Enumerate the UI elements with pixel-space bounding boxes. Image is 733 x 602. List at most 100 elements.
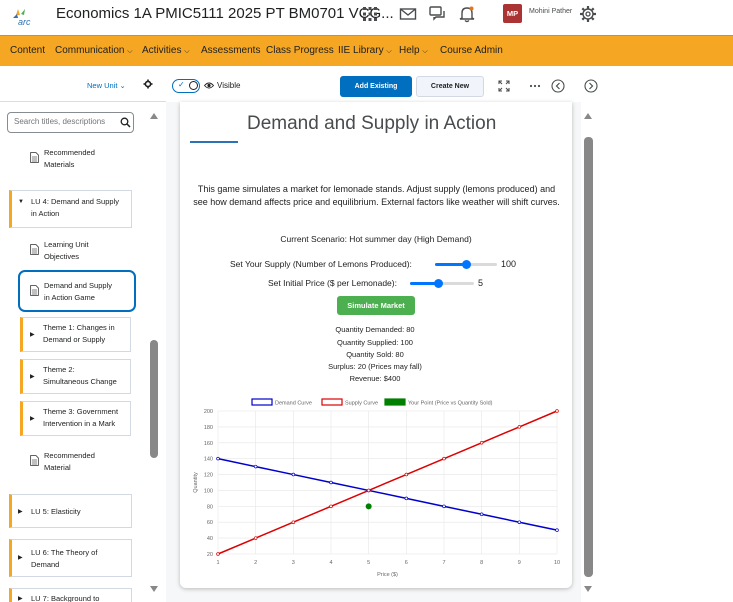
y-tick-label: 120 [204, 473, 213, 479]
supply-value: 100 [501, 259, 517, 269]
scroll-down-icon[interactable] [584, 586, 592, 592]
unit-lu7[interactable]: ▶ LU 7: Background to [9, 588, 132, 602]
visibility-toggle[interactable]: ✓ [172, 79, 200, 93]
chat-icon[interactable] [427, 4, 447, 24]
check-icon: ✓ [178, 80, 185, 89]
tree-item-recommended-materials[interactable]: Recommended Materials [44, 147, 95, 170]
data-point [555, 409, 559, 413]
caret-right-icon[interactable]: ▶ [18, 595, 23, 602]
sidebar-header: New Unit ⌄ [0, 66, 166, 102]
nav-communication-label: Communication [55, 45, 125, 56]
chevron-down-icon: ⌵ [386, 48, 392, 55]
result-quantity-demanded: Quantity Demanded: 80 [335, 325, 415, 334]
nav-assessments[interactable]: Assessments [201, 45, 260, 56]
caret-right-icon[interactable]: ▶ [30, 373, 35, 380]
new-unit-label: New Unit [87, 81, 118, 90]
user-name[interactable]: Mohini Pather [529, 8, 572, 15]
legend-swatch [384, 398, 406, 406]
x-tick-label: 4 [329, 560, 332, 566]
data-point [329, 480, 333, 485]
page-title: Demand and Supply in Action [247, 113, 497, 134]
y-tick-label: 160 [204, 441, 213, 447]
simulate-market-button[interactable]: Simulate Market [337, 296, 415, 315]
document-icon [30, 152, 39, 163]
sidebar-scrollbar-thumb[interactable] [150, 340, 158, 458]
scenario-text: Current Scenario: Hot summer day (High D… [280, 234, 472, 244]
nav-iie-library[interactable]: IIE Library ⌵ [338, 45, 392, 56]
gear-icon[interactable] [578, 4, 598, 24]
grid-apps-icon[interactable] [360, 4, 380, 24]
supply-slider[interactable] [435, 260, 497, 270]
search-field[interactable] [7, 112, 134, 133]
search-icon[interactable] [120, 117, 131, 128]
data-point [442, 456, 446, 461]
fullscreen-icon[interactable] [497, 79, 511, 93]
data-point [366, 488, 371, 493]
theme-3-label: Theme 3: Government Intervention in a Ma… [43, 407, 119, 428]
main-scrollbar-thumb[interactable] [584, 137, 593, 577]
more-options-icon[interactable] [528, 79, 542, 93]
caret-right-icon[interactable]: ▶ [18, 508, 23, 515]
nav-help[interactable]: Help ⌵ [399, 45, 428, 56]
caret-right-icon[interactable]: ▶ [30, 331, 35, 338]
unit-lu6[interactable]: ▶ LU 6: The Theory of Demand [9, 539, 132, 577]
create-new-button[interactable]: Create New [416, 76, 484, 97]
next-icon[interactable] [584, 79, 598, 93]
y-tick-label: 60 [207, 520, 213, 526]
caret-right-icon[interactable]: ▶ [18, 554, 23, 561]
x-tick-label: 6 [405, 560, 408, 566]
mail-icon[interactable] [398, 4, 418, 24]
add-existing-button[interactable]: Add Existing [340, 76, 412, 97]
tree-item-demand-supply-game[interactable]: Demand and Supply in Action Game [44, 280, 112, 303]
chevron-down-icon: ⌵ [127, 48, 133, 55]
nav-class-progress[interactable]: Class Progress [266, 45, 334, 56]
nav-activities[interactable]: Activities ⌵ [142, 45, 190, 56]
tree-item-recommended-material[interactable]: Recommended Material [44, 450, 95, 473]
caret-down-icon[interactable]: ▼ [18, 199, 24, 205]
data-point [329, 504, 333, 509]
nav-activities-label: Activities [142, 45, 182, 56]
data-point [253, 464, 258, 469]
unit-lu5[interactable]: ▶ LU 5: Elasticity [9, 494, 132, 528]
new-unit-button[interactable]: New Unit ⌄ [87, 81, 126, 90]
arc-logo[interactable]: arc [12, 6, 42, 28]
caret-right-icon[interactable]: ▶ [30, 415, 35, 422]
data-point [404, 472, 409, 477]
scroll-up-icon[interactable] [150, 113, 158, 119]
bell-icon[interactable] [457, 4, 477, 24]
theme-1[interactable]: ▶ Theme 1: Changes in Demand or Supply [20, 317, 131, 352]
gear-icon[interactable] [143, 79, 153, 89]
supply-label: Set Your Supply (Number of Lemons Produc… [230, 259, 412, 269]
course-title[interactable]: Economics 1A PMIC5111 2025 PT BM0701 VCG… [56, 5, 394, 22]
unit-lu4-label: LU 4: Demand and Supply in Action [31, 197, 119, 218]
unit-lu4[interactable]: ▼ LU 4: Demand and Supply in Action [9, 190, 132, 228]
nav-help-label: Help [399, 45, 420, 56]
nav-communication[interactable]: Communication ⌵ [55, 45, 133, 56]
x-tick-label: 5 [367, 560, 370, 566]
slider-thumb[interactable] [461, 260, 471, 269]
nav-content[interactable]: Content [10, 45, 45, 56]
scroll-down-icon[interactable] [150, 586, 158, 592]
tree-item-learning-unit-objectives[interactable]: Learning Unit Objectives [44, 239, 89, 262]
avatar[interactable]: MP [503, 4, 522, 23]
document-icon [30, 455, 39, 466]
x-tick-label: 8 [480, 560, 483, 566]
y-axis-label: Quantity [193, 472, 199, 493]
unit-lu6-label: LU 6: The Theory of Demand [31, 548, 98, 569]
content-toolbar: ✓ Visible Add Existing Create New [166, 66, 733, 102]
legend-swatch [251, 398, 273, 406]
supply-demand-chart: 20 40 60 80 100 120 140 160 180 200 1 2 3 4 5 6 7 8 9 10 Pri… [193, 398, 560, 578]
slider-thumb[interactable] [434, 279, 444, 288]
x-tick-label: 2 [254, 560, 257, 566]
scroll-up-icon[interactable] [584, 113, 592, 119]
theme-2[interactable]: ▶ Theme 2: Simultaneous Change [20, 359, 131, 394]
price-slider[interactable] [410, 279, 474, 289]
x-tick-label: 10 [554, 560, 560, 566]
search-input[interactable] [14, 117, 116, 126]
theme-2-label: Theme 2: Simultaneous Change [43, 365, 117, 386]
previous-icon[interactable] [551, 79, 565, 93]
theme-3[interactable]: ▶ Theme 3: Government Intervention in a … [20, 401, 131, 436]
nav-iie-library-label: IIE Library [338, 45, 384, 56]
nav-course-admin[interactable]: Course Admin [440, 45, 503, 56]
slider-fill [435, 263, 466, 266]
